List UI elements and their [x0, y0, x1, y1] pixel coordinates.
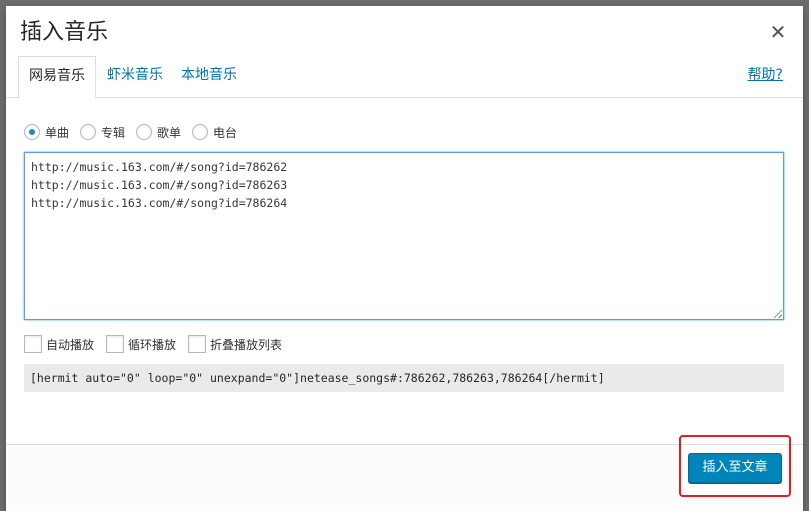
- option-collapse-playlist[interactable]: 折叠播放列表: [188, 335, 282, 353]
- checkbox-label: 折叠播放列表: [210, 337, 283, 352]
- radio-label: 歌单: [157, 125, 182, 140]
- checkbox-label: 自动播放: [46, 337, 95, 352]
- radio-button[interactable]: [80, 124, 97, 140]
- tab-netease[interactable]: 网易音乐: [18, 56, 96, 99]
- resize-handle-icon[interactable]: [774, 310, 782, 318]
- option-autoplay[interactable]: 自动播放: [24, 335, 94, 353]
- option-loop[interactable]: 循环播放: [106, 335, 176, 353]
- close-icon[interactable]: ✕: [767, 21, 789, 43]
- tab-local[interactable]: 本地音乐: [171, 56, 247, 98]
- radio-radio-station[interactable]: 电台: [192, 124, 237, 141]
- radio-album[interactable]: 专辑: [80, 124, 125, 141]
- dialog-title: 插入音乐: [20, 20, 109, 45]
- checkbox[interactable]: [24, 335, 42, 353]
- tab-xiami[interactable]: 虾米音乐: [97, 56, 173, 98]
- type-radio-group: 单曲 专辑 歌单 电台: [24, 122, 248, 142]
- checkbox[interactable]: [106, 335, 125, 353]
- playback-options: 自动播放 循环播放 折叠播放列表: [24, 334, 294, 354]
- radio-label: 专辑: [101, 125, 126, 140]
- radio-label: 电台: [213, 125, 238, 140]
- insert-to-post-button[interactable]: 插入至文章: [688, 453, 782, 483]
- url-textarea[interactable]: http://music.163.com/#/song?id=786262 ht…: [24, 152, 784, 320]
- url-line: http://music.163.com/#/song?id=786262: [31, 160, 288, 174]
- url-line: http://music.163.com/#/song?id=786263: [31, 178, 288, 192]
- radio-playlist[interactable]: 歌单: [136, 124, 181, 141]
- shortcode-preview: [hermit auto="0" loop="0" unexpand="0"]n…: [24, 364, 784, 392]
- help-link[interactable]: 帮助?: [748, 64, 783, 84]
- checkbox-label: 循环播放: [128, 337, 177, 352]
- radio-single[interactable]: 单曲: [24, 124, 69, 141]
- url-line: http://music.163.com/#/song?id=786264: [31, 196, 288, 210]
- radio-label: 单曲: [45, 125, 70, 140]
- radio-button[interactable]: [136, 124, 153, 140]
- radio-button[interactable]: [192, 124, 209, 140]
- radio-button-checked[interactable]: [24, 124, 40, 140]
- source-tabs: 网易音乐 虾米音乐 本地音乐 帮助?: [6, 56, 803, 99]
- checkbox[interactable]: [188, 335, 207, 353]
